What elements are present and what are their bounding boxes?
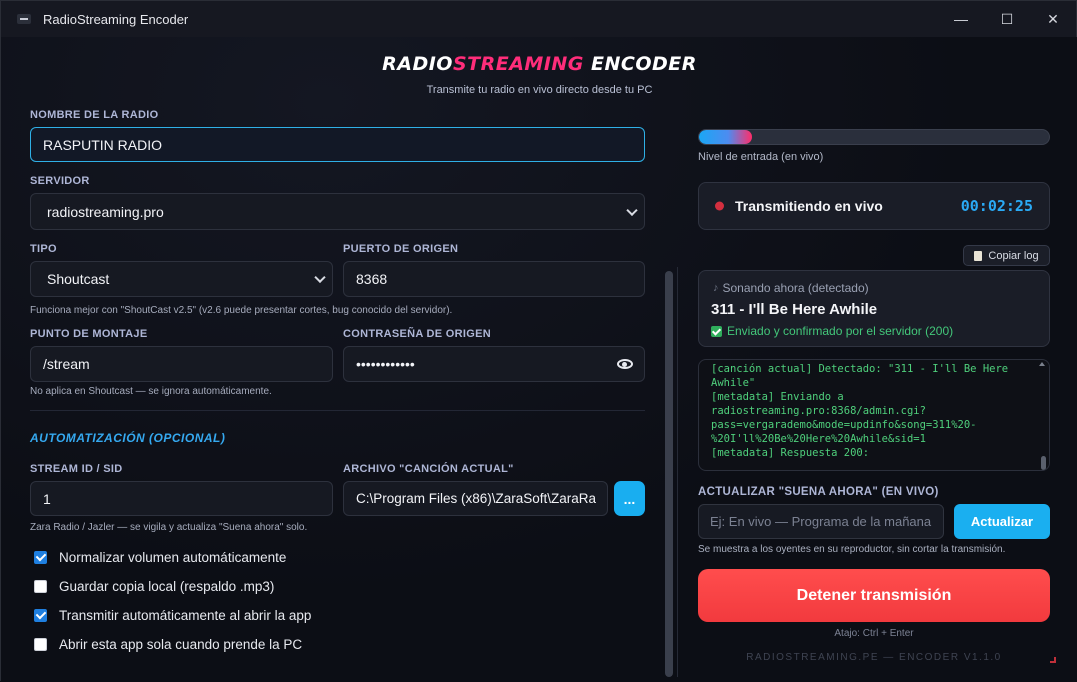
app-window: RadioStreaming Encoder — ☐ ✕ RADIOSTREAM… — [0, 0, 1077, 682]
type-value: Shoutcast — [47, 271, 110, 287]
file-value: C:\Program Files (x86)\ZaraSoft\ZaraRa — [356, 491, 597, 506]
form-scrollbar[interactable] — [665, 271, 673, 677]
server-label: SERVIDOR — [30, 175, 90, 187]
brand-part-streaming: STREAMING — [452, 53, 584, 75]
mount-hint: No aplica en Shoutcast — se ignora autom… — [30, 386, 272, 397]
option-autostart-stream[interactable]: Transmitir automáticamente al abrir la a… — [34, 608, 311, 623]
checkbox[interactable] — [34, 638, 47, 651]
now-playing-song: 311 - I'll Be Here Awhile — [711, 301, 878, 318]
panel-divider — [677, 267, 678, 677]
update-button[interactable]: Actualizar — [954, 504, 1050, 539]
option-label: Normalizar volumen automáticamente — [59, 550, 287, 565]
brand-logo: RADIOSTREAMING ENCODER — [1, 53, 1077, 75]
port-label: PUERTO DE ORIGEN — [343, 243, 459, 255]
automation-hint: Zara Radio / Jazler — se vigila y actual… — [30, 522, 308, 533]
radio-name-value: RASPUTIN RADIO — [43, 136, 163, 153]
copy-log-button[interactable]: Copiar log — [963, 245, 1050, 266]
input-level-label: Nivel de entrada (en vivo) — [698, 151, 824, 163]
clipboard-icon — [974, 250, 983, 261]
now-playing-input[interactable]: Ej: En vivo — Programa de la mañana — [698, 504, 944, 539]
option-launch-on-boot[interactable]: Abrir esta app sola cuando prende la PC — [34, 637, 302, 652]
input-level-meter — [698, 129, 1050, 145]
stop-stream-button[interactable]: Detener transmisión — [698, 569, 1050, 622]
password-label: CONTRASEÑA DE ORIGEN — [343, 328, 491, 340]
live-indicator-dot — [715, 201, 724, 211]
port-input[interactable]: 8368 — [343, 261, 645, 297]
now-playing-card: ♪ Sonando ahora (detectado) 311 - I'll B… — [698, 270, 1050, 347]
close-button[interactable]: ✕ — [1030, 1, 1076, 37]
brand-part-radio: RADIO — [382, 53, 453, 75]
shortcut-hint: Atajo: Ctrl + Enter — [834, 628, 914, 639]
chevron-down-icon — [314, 271, 326, 284]
update-hint: Se muestra a los oyentes en su reproduct… — [698, 544, 1006, 555]
window-title: RadioStreaming Encoder — [43, 11, 189, 27]
checkbox[interactable] — [34, 609, 47, 622]
input-level-fill — [699, 130, 752, 144]
server-value: radiostreaming.pro — [47, 203, 164, 220]
file-label: ARCHIVO "CANCIÓN ACTUAL" — [343, 463, 514, 475]
log-scrollbar[interactable] — [1041, 456, 1046, 470]
footer-version: RADIOSTREAMING.PE — ENCODER V1.1.0 — [746, 652, 1002, 663]
option-label: Abrir esta app sola cuando prende la PC — [59, 637, 303, 652]
password-input[interactable]: •••••••••••• — [343, 346, 645, 382]
server-select[interactable]: radiostreaming.pro — [30, 193, 645, 230]
check-icon — [711, 325, 722, 337]
minimize-button[interactable]: — — [938, 1, 984, 37]
checkbox[interactable] — [34, 551, 47, 564]
option-label: Transmitir automáticamente al abrir la a… — [59, 608, 312, 623]
app-logo-icon — [17, 14, 31, 24]
main-content: RADIOSTREAMING ENCODER Transmite tu radi… — [1, 37, 1077, 682]
now-playing-header-text: Sonando ahora (detectado) — [722, 281, 869, 295]
divider — [30, 410, 645, 411]
title-bar[interactable]: RadioStreaming Encoder — ☐ ✕ — [1, 1, 1076, 37]
browse-button[interactable]: ... — [614, 481, 645, 516]
port-value: 8368 — [356, 271, 388, 287]
type-select[interactable]: Shoutcast — [30, 261, 333, 297]
music-note-icon: ♪ — [713, 282, 719, 294]
now-playing-header: ♪ Sonando ahora (detectado) — [713, 281, 869, 295]
now-playing-confirmation: Enviado y confirmado por el servidor (20… — [711, 324, 953, 338]
log-text: [canción actual] Detectado: "311 - I'll … — [711, 363, 1009, 459]
tagline: Transmite tu radio en vivo directo desde… — [426, 84, 653, 96]
sid-input[interactable]: 1 — [30, 481, 333, 516]
status-card: Transmitiendo en vivo 00:02:25 — [698, 182, 1050, 230]
scroll-up-icon[interactable] — [1039, 362, 1045, 366]
update-label: ACTUALIZAR "SUENA AHORA" (EN VIVO) — [698, 486, 939, 498]
option-label: Guardar copia local (respaldo .mp3) — [59, 579, 275, 594]
mount-input[interactable]: /stream — [30, 346, 333, 382]
radio-name-input[interactable]: RASPUTIN RADIO — [30, 127, 645, 162]
chevron-down-icon — [626, 204, 638, 216]
checkbox[interactable] — [34, 580, 47, 593]
automation-section-title: AUTOMATIZACIÓN (OPCIONAL) — [30, 431, 226, 445]
brand-part-encoder: ENCODER — [583, 53, 697, 75]
status-text: Transmitiendo en vivo — [735, 198, 883, 214]
mount-value: /stream — [43, 356, 90, 372]
stream-timer: 00:02:25 — [960, 197, 1033, 215]
type-hint: Funciona mejor con "ShoutCast v2.5" (v2.… — [30, 305, 453, 316]
now-playing-placeholder: Ej: En vivo — Programa de la mañana — [710, 514, 932, 529]
password-value: •••••••••••• — [356, 356, 415, 372]
sid-value: 1 — [43, 490, 51, 507]
option-normalize[interactable]: Normalizar volumen automáticamente — [34, 550, 286, 565]
type-label: TIPO — [30, 243, 57, 255]
file-input[interactable]: C:\Program Files (x86)\ZaraSoft\ZaraRa — [343, 481, 608, 516]
radio-name-label: NOMBRE DE LA RADIO — [30, 109, 159, 121]
mount-label: PUNTO DE MONTAJE — [30, 328, 148, 340]
eye-icon[interactable] — [617, 359, 633, 369]
log-panel[interactable]: [canción actual] Detectado: "311 - I'll … — [698, 359, 1050, 471]
confirmation-text: Enviado y confirmado por el servidor (20… — [727, 324, 954, 338]
resize-grip-icon[interactable] — [1050, 657, 1056, 663]
sid-label: STREAM ID / SID — [30, 463, 123, 475]
option-local-copy[interactable]: Guardar copia local (respaldo .mp3) — [34, 579, 274, 594]
maximize-button[interactable]: ☐ — [984, 1, 1030, 37]
copy-log-label: Copiar log — [988, 249, 1039, 262]
